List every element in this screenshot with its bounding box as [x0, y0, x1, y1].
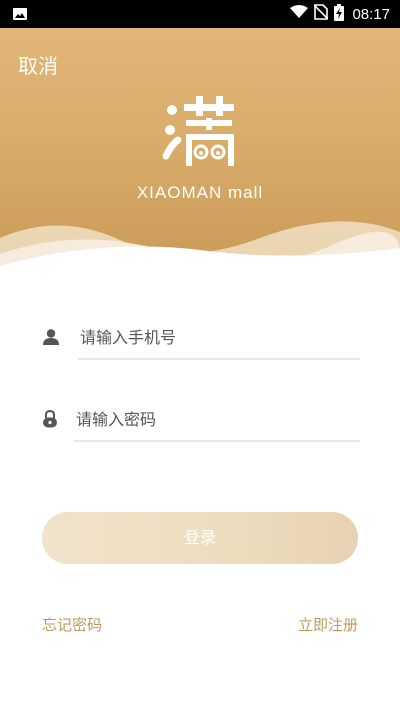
login-button[interactable]: 登录	[42, 512, 358, 564]
status-time: 08:17	[352, 5, 390, 23]
phone-input[interactable]	[78, 316, 362, 358]
phone-field	[42, 316, 362, 360]
brand-name: XIAOMAN mall	[136, 183, 264, 202]
forgot-password-link[interactable]: 忘记密码	[42, 614, 102, 635]
password-field	[42, 398, 362, 442]
status-bar: 08:17	[0, 0, 400, 28]
password-underline	[74, 440, 360, 442]
login-header: 取消 XIAOMAN mall	[0, 28, 400, 278]
xiaoman-logo-icon	[160, 96, 240, 174]
image-notification-icon	[12, 6, 28, 26]
cancel-button[interactable]: 取消	[18, 50, 58, 79]
wifi-icon	[290, 5, 309, 23]
phone-underline	[78, 358, 360, 360]
register-link[interactable]: 立即注册	[298, 614, 358, 635]
user-icon	[42, 328, 60, 350]
lock-icon	[42, 409, 58, 432]
battery-charging-icon	[334, 3, 345, 25]
password-input[interactable]	[74, 398, 362, 440]
no-sim-icon	[313, 4, 330, 24]
wave-decoration	[0, 221, 400, 278]
